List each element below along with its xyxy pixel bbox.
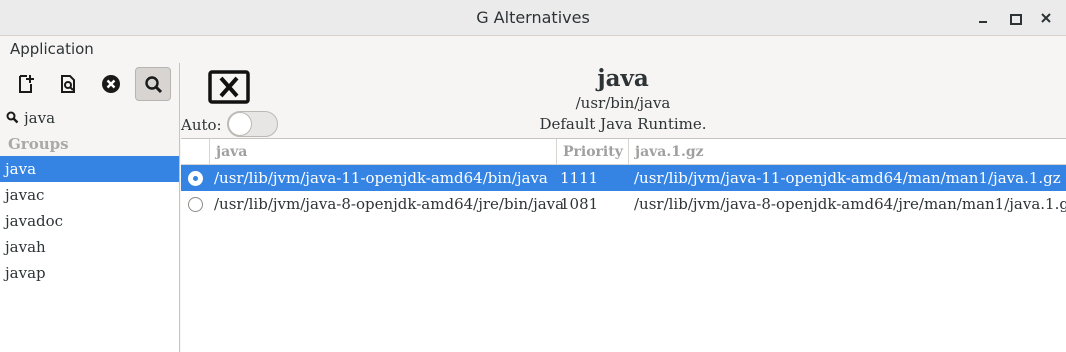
properties-icon [61, 75, 75, 93]
group-name: java [597, 65, 649, 92]
group-item-javap[interactable]: javap [0, 260, 179, 286]
remove-icon [102, 75, 120, 93]
alternative-slave: /usr/lib/jvm/java-8-openjdk-amd64/jre/ma… [634, 195, 1066, 213]
remove-alternative-button[interactable] [93, 67, 129, 101]
search-bar [0, 106, 180, 130]
group-item-javah[interactable]: javah [0, 234, 179, 260]
table-header: java Priority java.1.gz [181, 139, 1066, 165]
group-item-javac[interactable]: javac [0, 182, 179, 208]
add-file-icon [19, 75, 34, 93]
group-link: /usr/bin/java [575, 94, 671, 112]
menu-application[interactable]: Application [10, 40, 94, 58]
table-row[interactable]: /usr/lib/jvm/java-8-openjdk-amd64/jre/bi… [181, 191, 1066, 217]
alternative-path: /usr/lib/jvm/java-8-openjdk-amd64/jre/bi… [214, 195, 565, 213]
switch-knob [228, 112, 252, 136]
alternatives-table: java Priority java.1.gz /usr/lib/jvm/jav… [181, 138, 1066, 352]
main-pane: java /usr/bin/java Default Java Runtime.… [180, 63, 1066, 352]
search-icon [145, 76, 163, 94]
column-header-path[interactable]: java [209, 139, 556, 165]
properties-button[interactable] [50, 67, 86, 101]
minimize-button[interactable] [973, 8, 993, 28]
groups-header: Groups [0, 132, 179, 156]
sidebar: Groups java javac javadoc javah javap [0, 63, 180, 352]
add-alternative-button[interactable] [8, 67, 44, 101]
close-window-button[interactable] [1036, 8, 1056, 28]
table-row[interactable]: /usr/lib/jvm/java-11-openjdk-amd64/bin/j… [181, 165, 1066, 191]
alternative-radio[interactable] [188, 171, 203, 186]
window-title: G Alternatives [476, 8, 590, 27]
search-icon [6, 111, 19, 124]
search-toggle-button[interactable] [135, 67, 171, 101]
column-header-priority[interactable]: Priority [556, 139, 628, 165]
groups-list: Groups java javac javadoc javah javap [0, 132, 179, 352]
auto-mode-switch[interactable] [227, 111, 278, 137]
close-icon [1041, 13, 1051, 23]
title-bar: G Alternatives [0, 0, 1066, 36]
maximize-button[interactable] [1004, 8, 1024, 28]
auto-label: Auto: [181, 116, 222, 134]
alternative-path: /usr/lib/jvm/java-11-openjdk-amd64/bin/j… [214, 169, 548, 187]
search-input[interactable] [24, 107, 174, 129]
column-header-slave[interactable]: java.1.gz [628, 139, 1066, 165]
alternative-radio[interactable] [188, 197, 203, 212]
alternative-slave: /usr/lib/jvm/java-11-openjdk-amd64/man/m… [634, 169, 1061, 187]
group-description: Default Java Runtime. [539, 115, 707, 133]
menu-bar: Application [0, 36, 1066, 63]
group-item-java[interactable]: java [0, 156, 179, 182]
alternative-priority: 1081 [560, 195, 599, 213]
column-header-select[interactable] [181, 139, 209, 165]
alternative-priority: 1111 [560, 169, 599, 187]
group-item-javadoc[interactable]: javadoc [0, 208, 179, 234]
